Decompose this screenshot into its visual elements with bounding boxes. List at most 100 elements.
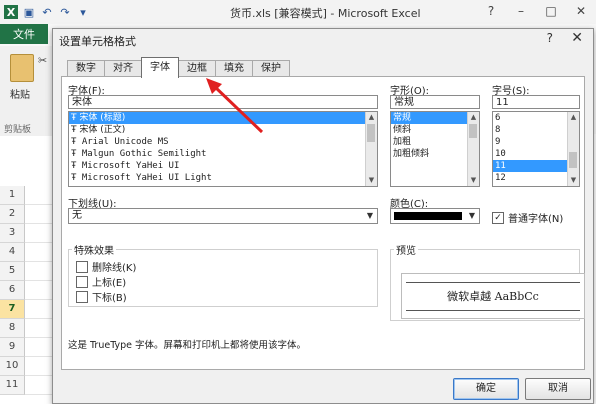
tab-font[interactable]: 字体 [141,57,179,78]
preview-box: 微软卓越 AaBbCc [401,273,585,319]
ribbon-help-icon[interactable]: ? [476,0,506,22]
list-item[interactable]: Ŧ Microsoft YaHei UI [69,160,377,172]
grid-cell[interactable] [25,224,52,243]
scroll-thumb[interactable] [469,124,477,138]
save-icon[interactable]: ▣ [22,5,36,19]
tab-fill[interactable]: 填充 [215,60,253,77]
checkbox-icon[interactable] [76,290,88,303]
font-input[interactable]: 宋体 [68,95,378,109]
ok-button[interactable]: 确定 [453,378,519,400]
customize-toolbar-icon[interactable]: ▾ [76,5,90,19]
grid-cell[interactable] [25,262,52,281]
dialog-tabs: 数字 对齐 字体 边框 填充 保护 [67,57,290,78]
color-dropdown[interactable]: ▼ [390,208,480,224]
dialog-close-button[interactable]: ✕ [571,30,583,46]
list-item[interactable]: Ŧ 宋体 (标题) [69,112,377,124]
strikethrough-label: 删除线(K) [92,263,137,274]
row-header[interactable]: 4 [0,243,25,262]
tab-border[interactable]: 边框 [178,60,216,77]
row-header[interactable]: 10 [0,357,25,376]
row-header[interactable]: 2 [0,205,25,224]
redo-icon[interactable]: ↷ [58,5,72,19]
cancel-button[interactable]: 取消 [525,378,591,400]
tab-number[interactable]: 数字 [67,60,105,77]
grid-cell[interactable] [25,205,52,224]
checkbox-icon[interactable] [76,260,88,273]
truetype-icon: Ŧ [71,173,82,183]
tab-protection[interactable]: 保护 [252,60,290,77]
list-item[interactable]: 倾斜 [391,124,479,136]
list-item[interactable]: Ŧ Microsoft YaHei UI Light [69,172,377,184]
dialog-help-button[interactable]: ? [547,31,553,45]
font-tab-panel: 字体(F): 宋体 Ŧ 宋体 (标题) Ŧ 宋体 (正文) Ŧ Arial Un… [61,76,585,370]
font-style-scrollbar[interactable]: ▲ ▼ [467,112,479,186]
file-tab[interactable]: 文件 [0,24,48,44]
list-item[interactable]: 加粗倾斜 [391,148,479,160]
row-header[interactable]: 8 [0,319,25,338]
list-item[interactable]: Ŧ 宋体 (正文) [69,124,377,136]
maximize-button[interactable]: □ [536,0,566,22]
minimize-button[interactable]: – [506,0,536,22]
scroll-down-icon[interactable]: ▼ [468,175,479,186]
font-size-scrollbar[interactable]: ▲ ▼ [567,112,579,186]
scroll-down-icon[interactable]: ▼ [568,175,579,186]
list-item[interactable]: 加粗 [391,136,479,148]
preview-sample-text: 微软卓越 AaBbCc [447,290,539,303]
list-item[interactable]: Ŧ Arial Unicode MS [69,136,377,148]
chevron-down-icon: ▼ [468,211,476,220]
scroll-down-icon[interactable]: ▼ [366,175,377,186]
grid-cell[interactable] [25,300,52,319]
preview-baseline-bottom [406,310,580,311]
undo-icon[interactable]: ↶ [40,5,54,19]
clipboard-group-label: 剪贴板 [4,125,32,135]
checkbox-icon[interactable] [76,275,88,288]
truetype-icon: Ŧ [71,161,82,171]
grid-cell[interactable] [25,338,52,357]
preview-label: 预览 [394,242,418,257]
truetype-icon: Ŧ [71,137,82,147]
tab-alignment[interactable]: 对齐 [104,60,142,77]
grid-cell[interactable] [25,281,52,300]
scroll-thumb[interactable] [367,124,375,142]
row-header[interactable]: 9 [0,338,25,357]
scroll-up-icon[interactable]: ▲ [366,112,377,123]
scroll-up-icon[interactable]: ▲ [568,112,579,123]
superscript-checkbox[interactable]: 上标(E) [76,274,126,289]
font-list[interactable]: Ŧ 宋体 (标题) Ŧ 宋体 (正文) Ŧ Arial Unicode MS Ŧ… [68,111,378,187]
grid-cell[interactable] [25,186,52,205]
cut-icon[interactable]: ✂ [38,54,47,67]
grid-cell[interactable] [25,319,52,338]
paste-label[interactable]: 粘贴 [10,86,30,101]
scroll-up-icon[interactable]: ▲ [468,112,479,123]
row-header[interactable]: 1 [0,186,25,205]
font-style-input[interactable]: 常规 [390,95,480,109]
row-header[interactable]: 6 [0,281,25,300]
grid-cell[interactable] [25,357,52,376]
row-header[interactable]: 3 [0,224,25,243]
font-size-input[interactable]: 11 [492,95,580,109]
grid-cell[interactable] [25,243,52,262]
underline-dropdown[interactable]: 无 ▼ [68,208,378,224]
row-header[interactable]: 11 [0,376,25,395]
strikethrough-checkbox[interactable]: 删除线(K) [76,259,136,274]
font-size-list[interactable]: 6 8 9 10 11 12 ▲ ▼ [492,111,580,187]
close-window-button[interactable]: ✕ [566,0,596,22]
checkbox-checked-icon[interactable]: ✓ [492,211,504,224]
subscript-checkbox[interactable]: 下标(B) [76,289,127,304]
list-item[interactable]: 常规 [391,112,479,124]
paste-icon[interactable] [10,54,34,82]
scroll-thumb[interactable] [569,152,577,168]
normal-font-label: 普通字体(N) [508,214,564,225]
font-list-scrollbar[interactable]: ▲ ▼ [365,112,377,186]
font-style-list[interactable]: 常规 倾斜 加粗 加粗倾斜 ▲ ▼ [390,111,480,187]
window-title: 货币.xls [兼容模式] - Microsoft Excel [230,7,421,20]
list-item[interactable]: Ŧ Malgun Gothic Semilight [69,148,377,160]
normal-font-checkbox[interactable]: ✓ 普通字体(N) [492,210,563,225]
grid-cell[interactable] [25,376,52,395]
truetype-icon: Ŧ [71,149,82,159]
excel-titlebar: X ▣ ↶ ↷ ▾ 货币.xls [兼容模式] - Microsoft Exce… [0,0,596,25]
row-header-active[interactable]: 7 [0,300,25,319]
row-header[interactable]: 5 [0,262,25,281]
quick-access-toolbar: X ▣ ↶ ↷ ▾ [4,3,90,21]
worksheet-grid[interactable]: 1 2 3 4 5 6 7 8 9 10 11 [0,160,52,402]
